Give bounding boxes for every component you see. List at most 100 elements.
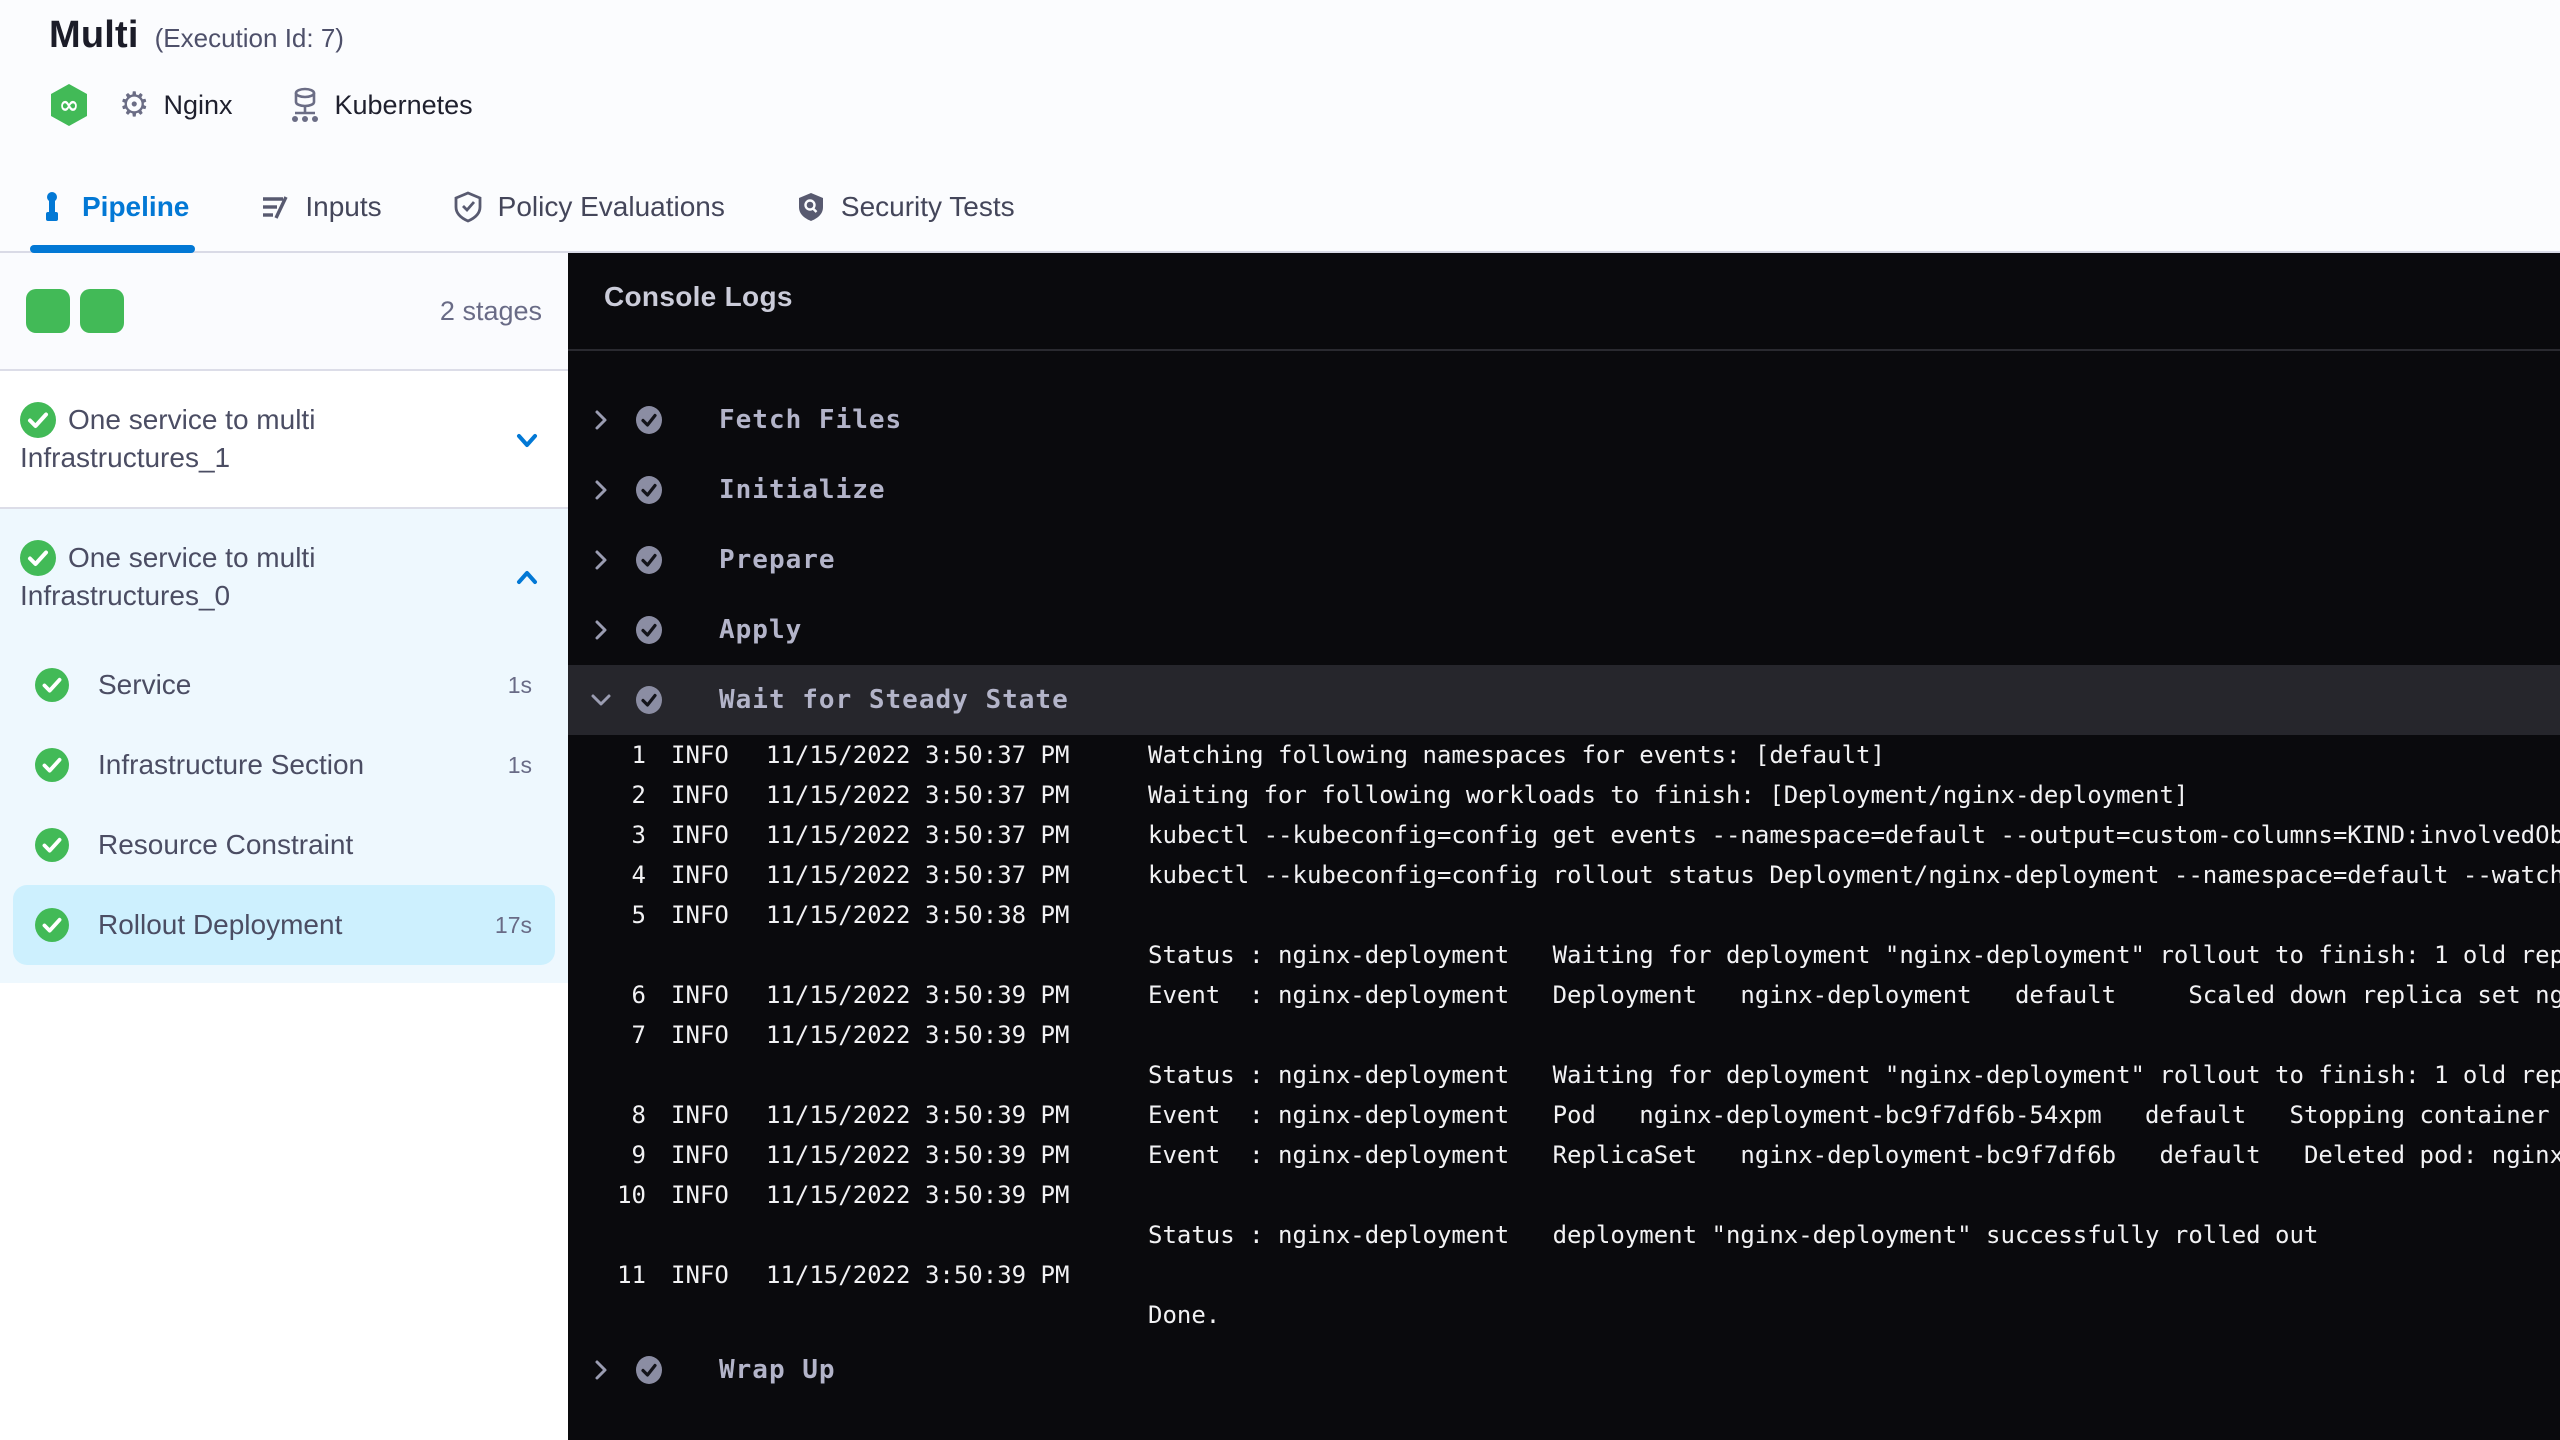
stage-item-infrastructures-0[interactable]: One service to multi Infrastructures_0 bbox=[0, 509, 568, 645]
success-check-icon bbox=[20, 540, 56, 576]
console-step-label: Fetch Files bbox=[719, 405, 903, 435]
stage-label: One service to multi Infrastructures_0 bbox=[20, 542, 316, 611]
meta-row: ∞ ⚙ Nginx Kubernetes bbox=[49, 83, 2560, 127]
console-step-label: Apply bbox=[719, 615, 803, 645]
step-item-service[interactable]: Service 1s bbox=[0, 645, 568, 725]
active-tab-underline bbox=[30, 245, 196, 253]
stage-summary: 2 stages bbox=[0, 253, 568, 371]
chevron-down-icon[interactable] bbox=[512, 425, 542, 455]
step-success-icon bbox=[636, 476, 662, 504]
log-line: 7 INFO 11/15/2022 3:50:39 PM bbox=[631, 1021, 1070, 1049]
tab-pipeline[interactable]: Pipeline bbox=[30, 163, 196, 253]
page-header: Multi (Execution Id: 7) ∞ ⚙ Nginx Kubern… bbox=[0, 0, 2560, 163]
shield-search-icon bbox=[798, 193, 823, 221]
chevron-right-icon bbox=[595, 1360, 607, 1380]
service-item[interactable]: ⚙ Nginx bbox=[119, 88, 233, 122]
console-step-wrap-up[interactable]: Wrap Up bbox=[568, 1335, 2560, 1405]
pipeline-icon bbox=[46, 192, 58, 221]
stage-count: 2 stages bbox=[439, 295, 542, 326]
step-label: Service bbox=[98, 669, 192, 700]
log-line: 11 INFO 11/15/2022 3:50:39 PM bbox=[617, 1261, 1070, 1289]
log-line: 4 INFO 11/15/2022 3:50:37 PM kubectl --kube… bbox=[631, 861, 2560, 889]
stage-label: One service to multi Infrastructures_1 bbox=[20, 404, 316, 473]
console-title: Console Logs bbox=[604, 281, 793, 312]
harness-logo-icon: ∞ bbox=[51, 84, 87, 126]
chevron-down-icon bbox=[591, 694, 611, 706]
step-item-infrastructure-section[interactable]: Infrastructure Section 1s bbox=[0, 725, 568, 805]
console-step-prepare[interactable]: Prepare bbox=[568, 525, 2560, 595]
svg-text:∞: ∞ bbox=[59, 91, 79, 119]
success-check-icon bbox=[35, 668, 69, 702]
log-line: Status : nginx-deployment Waiting for de… bbox=[1148, 941, 2560, 969]
log-line: 2 INFO 11/15/2022 3:50:37 PM Waiting for fo… bbox=[631, 781, 2189, 809]
step-success-icon bbox=[636, 406, 662, 434]
step-label: Infrastructure Section bbox=[98, 749, 365, 780]
console-step-label: Wait for Steady State bbox=[719, 685, 1069, 715]
page-title: Multi bbox=[49, 14, 139, 56]
stage-item-infrastructures-1[interactable]: One service to multi Infrastructures_1 bbox=[0, 371, 568, 509]
tab-pipeline-label: Pipeline bbox=[82, 191, 190, 222]
stages-sidebar: 2 stages One service to multi Infrastruc… bbox=[0, 253, 568, 1440]
chevron-right-icon bbox=[595, 480, 607, 500]
console-step-fetch-files[interactable]: Fetch Files bbox=[568, 385, 2560, 455]
infrastructure-name: Kubernetes bbox=[334, 89, 473, 120]
chevron-right-icon bbox=[595, 620, 607, 640]
chevron-right-icon bbox=[595, 410, 607, 430]
main-area: 2 stages One service to multi Infrastruc… bbox=[0, 253, 2560, 1440]
log-line: 10 INFO 11/15/2022 3:50:39 PM bbox=[617, 1181, 1070, 1209]
shield-check-icon bbox=[454, 191, 482, 223]
console-step-label: Prepare bbox=[719, 545, 836, 575]
log-line: 5 INFO 11/15/2022 3:50:38 PM bbox=[631, 901, 1070, 929]
log-line: 6 INFO 11/15/2022 3:50:39 PM Event : nginx-… bbox=[631, 981, 2560, 1009]
console-titlebar: Console Logs bbox=[568, 253, 2560, 351]
step-success-icon bbox=[636, 1356, 662, 1384]
stage-name: One service to multi Infrastructures_1 bbox=[20, 401, 508, 477]
console-step-wait-for-steady-state[interactable]: Wait for Steady State bbox=[568, 665, 2560, 735]
inputs-icon bbox=[263, 196, 288, 219]
stage-status-square bbox=[80, 289, 124, 333]
log-line: Done. bbox=[1148, 1301, 1221, 1329]
step-success-icon bbox=[636, 686, 662, 714]
step-success-icon bbox=[636, 546, 662, 574]
step-item-rollout-deployment[interactable]: Rollout Deployment 17s bbox=[13, 885, 555, 965]
success-check-icon bbox=[35, 748, 69, 782]
step-label: Resource Constraint bbox=[98, 829, 354, 860]
console-body: Fetch Files Initialize Prepare Apply Wai… bbox=[568, 351, 2560, 1405]
log-output: 1 INFO 11/15/2022 3:50:37 PM Watching follo… bbox=[568, 735, 2560, 1335]
console-step-label: Wrap Up bbox=[719, 1355, 836, 1385]
log-line: 8 INFO 11/15/2022 3:50:39 PM Event : nginx-… bbox=[631, 1101, 2550, 1129]
chevron-up-icon[interactable] bbox=[512, 563, 542, 593]
infrastructure-item[interactable]: Kubernetes bbox=[289, 87, 473, 123]
log-line: 9 INFO 11/15/2022 3:50:39 PM Event : nginx-… bbox=[631, 1141, 2560, 1169]
tab-policy-evaluations[interactable]: Policy Evaluations bbox=[446, 163, 731, 251]
success-check-icon bbox=[35, 828, 69, 862]
console-step-initialize[interactable]: Initialize bbox=[568, 455, 2560, 525]
tab-bar: Pipeline Inputs Policy Evaluations Secur… bbox=[0, 163, 2560, 253]
tab-policy-evaluations-label: Policy Evaluations bbox=[497, 191, 725, 222]
step-label: Rollout Deployment bbox=[98, 909, 343, 940]
stage-group-infrastructures-0: One service to multi Infrastructures_0 S… bbox=[0, 509, 568, 983]
kubernetes-icon bbox=[291, 87, 318, 122]
console-panel: Console Logs Fetch Files Initialize Prep… bbox=[568, 253, 2560, 1440]
service-group: ∞ bbox=[49, 83, 89, 127]
console-step-label: Initialize bbox=[719, 475, 886, 505]
success-check-icon bbox=[35, 908, 69, 942]
stage-name: One service to multi Infrastructures_0 bbox=[20, 539, 508, 615]
title-row: Multi (Execution Id: 7) bbox=[49, 14, 2560, 57]
execution-id: (Execution Id: 7) bbox=[154, 23, 344, 53]
stage-status-square bbox=[26, 289, 70, 333]
log-line: Status : nginx-deployment deployment "ng… bbox=[1148, 1221, 2319, 1249]
tab-inputs-label: Inputs bbox=[305, 191, 382, 222]
log-line: Status : nginx-deployment Waiting for de… bbox=[1148, 1061, 2560, 1089]
tab-security-tests-label: Security Tests bbox=[840, 191, 1015, 222]
tab-inputs[interactable]: Inputs bbox=[253, 163, 387, 251]
chevron-right-icon bbox=[595, 550, 607, 570]
step-duration: 1s bbox=[507, 751, 532, 778]
success-check-icon bbox=[20, 402, 56, 438]
step-duration: 17s bbox=[494, 911, 532, 938]
tab-security-tests[interactable]: Security Tests bbox=[789, 163, 1021, 251]
console-step-apply[interactable]: Apply bbox=[568, 595, 2560, 665]
step-success-icon bbox=[636, 616, 662, 644]
gear-icon: ⚙ bbox=[119, 86, 150, 124]
step-item-resource-constraint[interactable]: Resource Constraint bbox=[0, 805, 568, 885]
